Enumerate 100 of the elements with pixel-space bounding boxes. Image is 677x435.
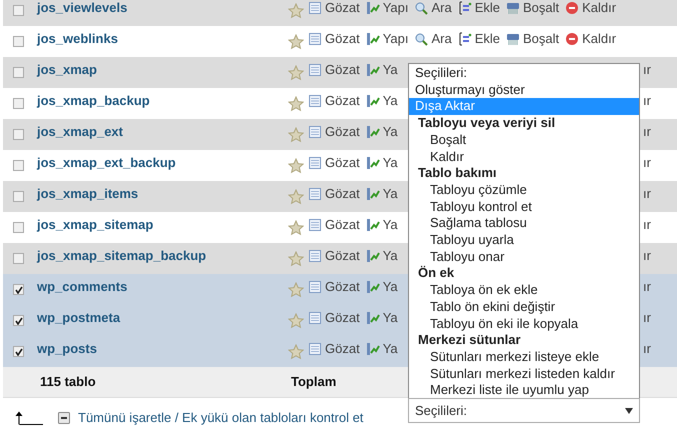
bulk-action-select[interactable]: Seçilileri: (408, 398, 640, 423)
action-link[interactable]: Ya (382, 152, 398, 172)
star-icon (288, 344, 304, 360)
delete-icon (565, 0, 580, 14)
row-checkbox[interactable] (13, 315, 24, 326)
dropdown-option[interactable]: Tabloyu uyarla (409, 232, 639, 249)
dropdown-option[interactable]: Tabloyu ön eki ile kopyala (409, 316, 639, 332)
dropdown-option[interactable]: Sağlama tablosu (409, 215, 639, 232)
row-checkbox[interactable] (13, 222, 24, 233)
table-name[interactable]: jos_xmap_sitemap_backup (37, 246, 288, 266)
dropdown-option[interactable]: Sütunları merkezi listeye ekle (409, 348, 639, 366)
star-icon (288, 126, 304, 142)
row-checkbox[interactable] (13, 5, 24, 16)
action-link[interactable]: Gözat (325, 338, 360, 358)
magnifier-icon (414, 32, 428, 46)
action-link[interactable]: ır (643, 60, 651, 80)
action-link[interactable]: ır (643, 152, 651, 172)
row-checkbox[interactable] (13, 191, 24, 202)
action-link[interactable]: Ya (382, 214, 398, 234)
table-name[interactable]: jos_xmap_backup (37, 90, 288, 110)
dropdown-option[interactable]: Boşalt (409, 132, 639, 149)
action-link[interactable]: Gözat (325, 90, 360, 110)
action-link[interactable]: Ya (382, 246, 398, 266)
table-count: 115 tablo (40, 373, 97, 392)
action-link[interactable]: ır (643, 246, 651, 266)
action-link[interactable]: ır (643, 184, 651, 204)
table-name[interactable]: jos_xmap_ext_backup (37, 152, 288, 172)
dropdown-option[interactable]: Tabloyu kontrol et (409, 198, 639, 216)
table-name[interactable]: wp_postmeta (37, 308, 288, 328)
dropdown-option[interactable]: Tablo ön ekini değiştir (409, 298, 639, 316)
action-link[interactable]: Ya (382, 60, 398, 80)
action-link[interactable]: Gözat (325, 0, 360, 18)
row-checkbox[interactable] (13, 98, 24, 109)
action-link[interactable]: Gözat (325, 184, 360, 204)
dropdown-option[interactable]: Tabloyu çözümle (409, 182, 639, 199)
star-icon (288, 188, 304, 204)
table-name[interactable]: wp_posts (37, 338, 288, 358)
dropdown-option[interactable]: Oluşturmayı göster (409, 82, 639, 98)
dropdown-option[interactable]: Tabloyu onar (409, 248, 639, 266)
star-icon (288, 312, 304, 328)
table-name[interactable]: jos_viewlevels (37, 0, 288, 18)
action-link[interactable]: Ya (382, 184, 398, 204)
action-link[interactable]: Gözat (325, 308, 360, 328)
chart-icon (366, 156, 380, 170)
dropdown-option[interactable]: Seçilileri: (409, 65, 639, 82)
star-icon (288, 34, 304, 50)
action-link[interactable]: Gözat (325, 276, 360, 296)
dropdown-option[interactable]: Tabloya ön ek ekle (409, 282, 639, 299)
table-name[interactable]: jos_xmap (37, 60, 288, 80)
table-name[interactable]: jos_weblinks (37, 28, 288, 48)
action-link[interactable]: Gözat (325, 246, 360, 266)
action-link[interactable]: ır (643, 276, 651, 296)
action-link[interactable]: ır (643, 308, 651, 328)
action-link[interactable]: ır (643, 122, 651, 142)
action-link[interactable]: Gözat (325, 122, 360, 142)
action-link[interactable]: Ya (382, 308, 398, 328)
action-link[interactable]: Yapı (382, 28, 408, 48)
action-link[interactable]: Gözat (325, 152, 360, 172)
action-link[interactable]: Kaldır (582, 28, 616, 48)
chart-icon (366, 280, 380, 294)
action-link[interactable]: Ya (382, 338, 398, 358)
star-icon (288, 282, 304, 298)
chart-icon (366, 218, 380, 232)
action-link[interactable]: Ara (431, 0, 452, 18)
action-link[interactable]: Ya (382, 122, 398, 142)
action-link[interactable]: Ekle (474, 0, 500, 18)
table-name[interactable]: jos_xmap_sitemap (37, 214, 288, 234)
action-link[interactable]: Gözat (325, 28, 360, 48)
table-name[interactable]: jos_xmap_ext (37, 122, 288, 142)
action-link[interactable]: Ekle (474, 28, 500, 48)
row-checkbox[interactable] (13, 36, 24, 47)
chart-icon (366, 342, 380, 356)
action-link[interactable]: Ya (382, 276, 398, 296)
action-link[interactable]: ır (643, 338, 651, 358)
row-checkbox[interactable] (13, 129, 24, 140)
action-link[interactable]: Ya (382, 90, 398, 110)
row-checkbox[interactable] (13, 67, 24, 78)
action-link[interactable]: ır (643, 214, 651, 234)
action-link[interactable]: Gözat (325, 60, 360, 80)
row-checkbox[interactable] (13, 346, 24, 357)
dropdown-option[interactable]: Sütunları merkezi listeden kaldır (409, 366, 639, 382)
row-checkbox[interactable] (13, 160, 24, 171)
table-name[interactable]: jos_xmap_items (37, 184, 288, 204)
table-name[interactable]: wp_comments (37, 276, 288, 296)
action-link[interactable]: Yapı (382, 0, 408, 18)
action-link[interactable]: ır (643, 90, 651, 110)
action-link[interactable]: Boşalt (523, 0, 560, 18)
chart-icon (366, 62, 380, 76)
dropdown-option[interactable]: Kaldır (409, 148, 639, 166)
action-link[interactable]: Kaldır (582, 0, 616, 18)
shredder-icon (506, 0, 520, 14)
row-checkbox[interactable] (13, 284, 24, 295)
action-link[interactable]: Gözat (325, 214, 360, 234)
chart-icon (366, 94, 380, 108)
action-link[interactable]: Ara (431, 28, 452, 48)
row-checkbox[interactable] (13, 253, 24, 264)
action-link[interactable]: Boşalt (523, 28, 560, 48)
dropdown-option[interactable]: Merkezi liste ile uyumlu yap (409, 382, 639, 400)
check-all-link[interactable]: Tümünü işaretle / Ek yükü olan tabloları kontrol et (78, 408, 364, 428)
star-icon (288, 220, 304, 236)
